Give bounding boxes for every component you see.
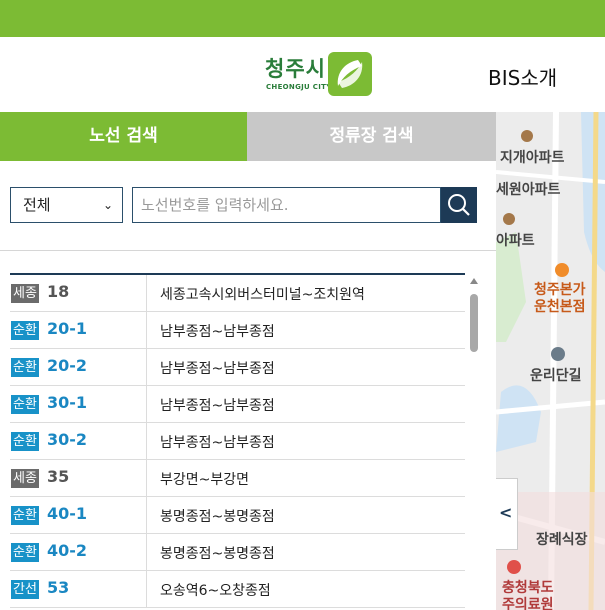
route-row[interactable]: 세종 18 세종고속시외버스터미널~조치원역 [10,275,465,312]
route-number-cell: 순환 20-1 [10,312,147,348]
tab-stop-search[interactable]: 정류장 검색 [247,112,496,161]
restaurant-icon [555,263,569,277]
map-label: 아파트 [496,233,535,249]
route-number: 30-1 [47,393,88,412]
route-number-cell: 순환 30-2 [10,423,147,459]
route-type-badge: 세종 [11,284,39,303]
route-type-badge: 순환 [11,358,39,377]
map-label: 세원아파트 [496,182,561,198]
route-row[interactable]: 순환 30-1 남부종점~남부종점 [10,386,465,423]
route-name: 봉명종점~봉명종점 [160,546,275,562]
route-number-cell: 순환 40-2 [10,534,147,570]
route-type-badge: 순환 [11,321,39,340]
route-list: 세종 18 세종고속시외버스터미널~조치원역 순환 20-1 남부종점~남부종점… [10,273,465,608]
search-row: 전체 ⌄ 노선번호를 입력하세요. [0,161,496,251]
search-button[interactable] [441,187,477,223]
route-name: 남부종점~남부종점 [160,435,275,451]
route-row[interactable]: 순환 40-2 봉명종점~봉명종점 [10,534,465,571]
route-number: 35 [47,467,70,486]
route-type-select[interactable]: 전체 ⌄ [10,187,123,223]
tab-route-search[interactable]: 노선 검색 [0,112,247,161]
search-icon [448,194,470,216]
list-scrollbar[interactable] [468,274,480,610]
route-name: 오송역6~오창종점 [160,583,271,599]
route-number-cell: 간선 53 [10,571,147,607]
route-type-badge: 순환 [11,506,39,525]
route-number: 53 [47,578,70,597]
map-label: 장례식장 [536,532,588,548]
logo-text: 청주시 [265,57,326,81]
route-type-badge: 순환 [11,395,39,414]
route-type-badge: 순환 [11,432,39,451]
map-label: 주의료원 [502,597,554,610]
route-number: 18 [47,282,70,301]
map-label: 지개아파트 [500,150,565,166]
route-number: 40-2 [47,541,88,560]
route-number: 20-2 [47,356,88,375]
route-name: 남부종점~남부종점 [160,398,275,414]
route-search-input[interactable]: 노선번호를 입력하세요. [132,187,441,223]
map-label: 운천본점 [534,299,586,315]
route-row[interactable]: 순환 30-2 남부종점~남부종점 [10,423,465,460]
hospital-icon [507,560,521,574]
chevron-down-icon: ⌄ [102,198,113,212]
search-panel: 노선 검색 정류장 검색 전체 ⌄ 노선번호를 입력하세요. 세종 18 세종고… [0,112,496,610]
route-type-badge: 간선 [11,580,39,599]
route-name: 남부종점~남부종점 [160,324,275,340]
route-number: 40-1 [47,504,88,523]
logo-subtext: CHEONGJU CITY [266,83,332,91]
route-number: 30-2 [47,430,88,449]
panel-collapse-button[interactable]: < [496,478,518,550]
route-number-cell: 순환 40-1 [10,497,147,533]
route-number: 20-1 [47,319,88,338]
route-row[interactable]: 순환 20-1 남부종점~남부종점 [10,312,465,349]
route-row[interactable]: 순환 40-1 봉명종점~봉명종점 [10,497,465,534]
route-type-badge: 세종 [11,469,39,488]
logo-mark-icon [328,52,372,96]
scroll-thumb[interactable] [470,294,478,352]
select-value: 전체 [23,196,51,214]
map-poi-icon [551,347,565,361]
top-accent-bar [0,0,605,37]
route-type-badge: 순환 [11,543,39,562]
route-row[interactable]: 간선 53 오송역6~오창종점 [10,571,465,608]
route-name: 남부종점~남부종점 [160,361,275,377]
header: 청주시 CHEONGJU CITY BIS소개 [0,37,605,113]
scroll-up-arrow-icon[interactable] [470,278,478,284]
map-label: 운리단길 [530,368,582,384]
route-number-cell: 순환 20-2 [10,349,147,385]
map-poi-icon [503,213,515,225]
route-number-cell: 세종 18 [10,275,147,311]
route-number-cell: 세종 35 [10,460,147,496]
route-name: 봉명종점~봉명종점 [160,509,275,525]
chevron-left-icon: < [499,503,513,522]
route-name: 세종고속시외버스터미널~조치원역 [160,287,365,303]
route-row[interactable]: 순환 20-2 남부종점~남부종점 [10,349,465,386]
route-number-cell: 순환 30-1 [10,386,147,422]
bis-intro-link[interactable]: BIS소개 [488,62,557,91]
route-name: 부강면~부강면 [160,472,250,488]
map-poi-icon [521,130,533,142]
route-row[interactable]: 세종 35 부강면~부강면 [10,460,465,497]
